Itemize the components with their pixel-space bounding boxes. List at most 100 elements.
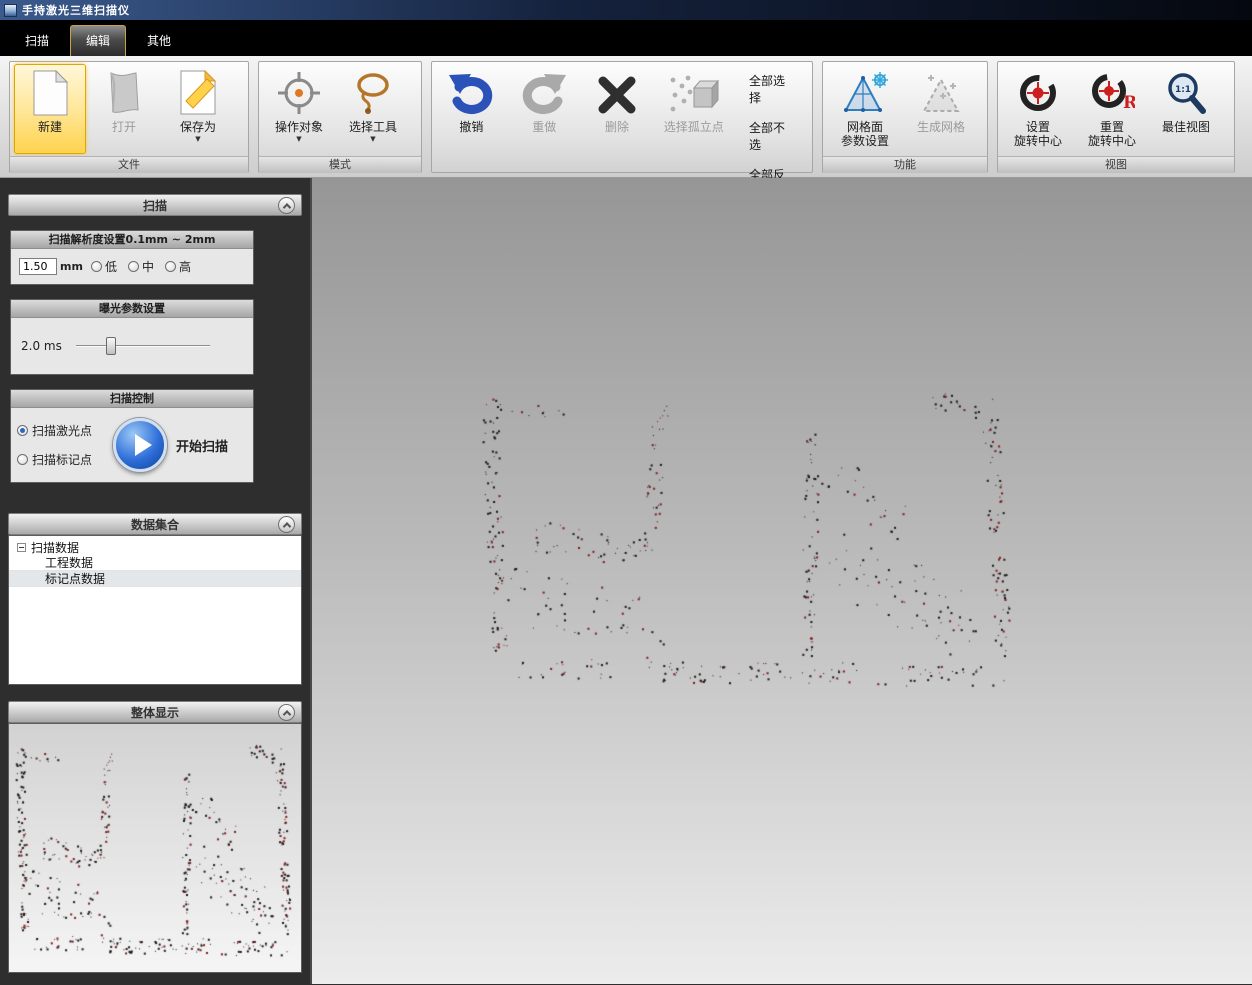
ribbon-tab-bar: 扫描 编辑 其他 bbox=[0, 20, 1252, 56]
data-tree: 扫描数据 工程数据 标记点数据 bbox=[8, 535, 302, 685]
mesh-params-button[interactable]: 网格面 参数设置 bbox=[827, 64, 903, 154]
chevron-up-icon bbox=[282, 710, 290, 718]
undo-icon bbox=[447, 68, 495, 118]
resolution-unit-label: mm bbox=[60, 260, 83, 273]
lasso-icon bbox=[350, 68, 396, 118]
resolution-input[interactable] bbox=[19, 258, 57, 275]
redo-label: 重做 bbox=[532, 120, 556, 134]
open-file-icon bbox=[102, 68, 146, 118]
resolution-high-label: 高 bbox=[179, 258, 191, 275]
set-rotation-center-icon bbox=[1015, 68, 1061, 118]
resolution-low-label: 低 bbox=[105, 258, 117, 275]
resolution-mid-label: 中 bbox=[142, 258, 154, 275]
operation-target-label: 操作对象 bbox=[275, 120, 323, 134]
exposure-value: 2.0 ms bbox=[21, 339, 62, 353]
start-scan-play-button[interactable] bbox=[113, 418, 167, 472]
scan-laser-points-radio[interactable] bbox=[17, 425, 28, 436]
overview-panel-collapse-button[interactable] bbox=[278, 704, 295, 721]
resolution-card-header: 扫描解析度设置0.1mm ~ 2mm bbox=[11, 231, 253, 249]
reset-rotation-center-button[interactable]: R 重置 旋转中心 bbox=[1076, 64, 1148, 154]
scan-panel-header: 扫描 bbox=[8, 194, 302, 216]
ribbon-group-file: 新建 打开 保存为 ▼ 文件 bbox=[9, 61, 249, 173]
delete-x-icon bbox=[594, 68, 640, 118]
group-label-mode: 模式 bbox=[259, 156, 421, 173]
tree-node-scan-data[interactable]: 扫描数据 bbox=[9, 539, 301, 555]
point-cloud-canvas[interactable] bbox=[312, 178, 1250, 984]
undo-button[interactable]: 撤销 bbox=[436, 64, 507, 154]
overview-panel-title: 整体显示 bbox=[131, 704, 179, 721]
reset-rotation-center-icon: R bbox=[1089, 68, 1135, 118]
data-panel-header: 数据集合 bbox=[8, 513, 302, 535]
resolution-low-radio[interactable] bbox=[91, 261, 102, 272]
new-button[interactable]: 新建 bbox=[14, 64, 86, 154]
window-title: 手持激光三维扫描仪 bbox=[22, 2, 130, 18]
ribbon-group-mode: 操作对象 ▼ 选择工具 ▼ 模式 bbox=[258, 61, 422, 173]
generate-mesh-label: 生成网格 bbox=[917, 120, 965, 134]
dropdown-arrow-icon: ▼ bbox=[195, 136, 200, 143]
scan-control-card: 扫描控制 扫描激光点 扫描标记点 开始扫描 bbox=[10, 389, 254, 483]
data-panel-collapse-button[interactable] bbox=[278, 516, 295, 533]
group-label-function: 功能 bbox=[823, 156, 987, 173]
undo-label: 撤销 bbox=[459, 120, 483, 134]
operation-target-button[interactable]: 操作对象 ▼ bbox=[263, 64, 335, 154]
best-view-label: 最佳视图 bbox=[1162, 120, 1210, 134]
tree-node-marker-data-label: 标记点数据 bbox=[45, 570, 105, 587]
scan-control-card-header: 扫描控制 bbox=[11, 390, 253, 408]
scan-marker-points-radio[interactable] bbox=[17, 454, 28, 465]
slider-thumb[interactable] bbox=[106, 337, 116, 355]
select-isolated-points-button[interactable]: 选择孤立点 bbox=[654, 64, 733, 154]
tree-node-project-data-label: 工程数据 bbox=[45, 554, 93, 571]
slider-track bbox=[76, 345, 210, 347]
dropdown-arrow-icon: ▼ bbox=[296, 136, 301, 143]
select-tool-button[interactable]: 选择工具 ▼ bbox=[337, 64, 409, 154]
app-icon bbox=[4, 4, 17, 17]
redo-button[interactable]: 重做 bbox=[509, 64, 580, 154]
group-label-file: 文件 bbox=[10, 156, 248, 173]
left-sidebar: 扫描 扫描解析度设置0.1mm ~ 2mm mm 低 中 高 曝光参数设置 2.… bbox=[0, 178, 310, 984]
overview-panel-header: 整体显示 bbox=[8, 701, 302, 723]
isolated-points-cube-icon bbox=[667, 68, 721, 118]
chevron-up-icon bbox=[282, 522, 290, 530]
save-as-icon bbox=[178, 68, 218, 118]
delete-button[interactable]: 删除 bbox=[582, 64, 653, 154]
resolution-card: 扫描解析度设置0.1mm ~ 2mm mm 低 中 高 bbox=[10, 230, 254, 285]
exposure-slider[interactable] bbox=[76, 336, 210, 356]
scan-laser-points-label: 扫描激光点 bbox=[32, 422, 92, 439]
viewport-3d[interactable] bbox=[310, 178, 1252, 984]
crosshair-target-icon bbox=[276, 68, 322, 118]
tree-node-scan-data-label: 扫描数据 bbox=[31, 539, 79, 556]
overview-point-cloud-canvas[interactable] bbox=[9, 724, 301, 972]
select-all-button[interactable]: 全部选择 bbox=[743, 70, 802, 108]
exposure-card: 曝光参数设置 2.0 ms bbox=[10, 299, 254, 375]
tab-edit[interactable]: 编辑 bbox=[70, 25, 126, 56]
data-panel-title: 数据集合 bbox=[131, 516, 179, 533]
best-view-button[interactable]: 1:1 最佳视图 bbox=[1150, 64, 1222, 154]
select-tool-label: 选择工具 bbox=[349, 120, 397, 134]
mesh-params-label: 网格面 参数设置 bbox=[841, 120, 889, 149]
save-as-button[interactable]: 保存为 ▼ bbox=[162, 64, 234, 154]
tree-collapse-icon[interactable] bbox=[17, 543, 26, 552]
redo-icon bbox=[520, 68, 568, 118]
dropdown-arrow-icon: ▼ bbox=[370, 136, 375, 143]
play-icon bbox=[135, 434, 152, 456]
open-button[interactable]: 打开 bbox=[88, 64, 160, 154]
resolution-high-radio[interactable] bbox=[165, 261, 176, 272]
tab-other[interactable]: 其他 bbox=[132, 26, 186, 56]
save-as-button-label: 保存为 bbox=[180, 120, 216, 134]
tree-node-marker-data[interactable]: 标记点数据 bbox=[9, 571, 301, 587]
open-button-label: 打开 bbox=[112, 120, 136, 134]
svg-text:1:1: 1:1 bbox=[1175, 85, 1191, 95]
select-none-button[interactable]: 全部不选 bbox=[743, 117, 802, 155]
tab-scan[interactable]: 扫描 bbox=[10, 26, 64, 56]
overview-minimap[interactable] bbox=[8, 723, 302, 973]
scan-panel-collapse-button[interactable] bbox=[278, 197, 295, 214]
chevron-up-icon bbox=[282, 203, 290, 211]
generate-mesh-button[interactable]: 生成网格 bbox=[905, 64, 977, 154]
tree-node-project-data[interactable]: 工程数据 bbox=[9, 555, 301, 571]
set-rotation-center-button[interactable]: 设置 旋转中心 bbox=[1002, 64, 1074, 154]
resolution-mid-radio[interactable] bbox=[128, 261, 139, 272]
ribbon-group-view: 设置 旋转中心 R 重置 旋转中心 bbox=[997, 61, 1235, 173]
start-scan-label: 开始扫描 bbox=[176, 436, 228, 455]
delete-label: 删除 bbox=[605, 120, 629, 134]
new-document-icon bbox=[31, 68, 69, 118]
